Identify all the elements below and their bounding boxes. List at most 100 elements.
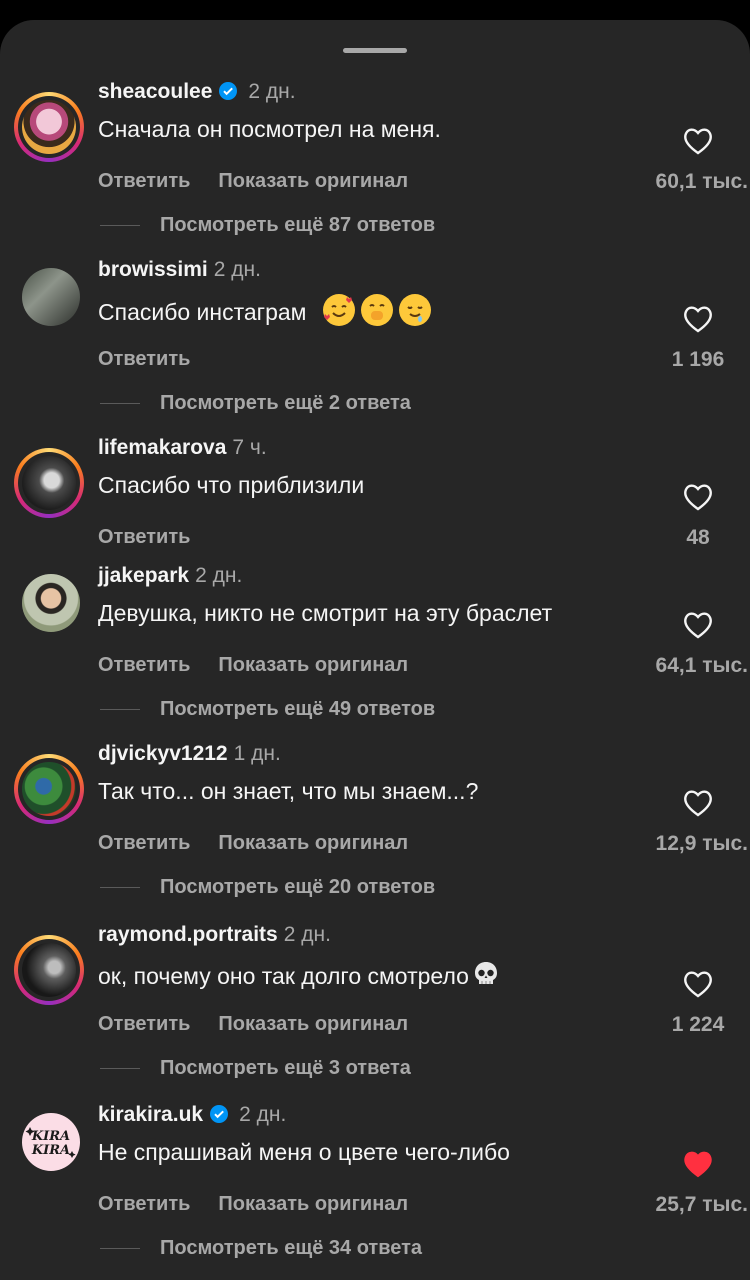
comment-text-content: Спасибо инстаграм: [98, 299, 307, 325]
like-count: 25,7 тыс.: [655, 1193, 748, 1216]
view-replies-button[interactable]: Посмотреть ещё 87 ответов: [100, 214, 435, 237]
username[interactable]: djvickyv1212: [98, 742, 228, 765]
comment-actions: Ответить: [98, 526, 218, 549]
timestamp: 2 дн.: [283, 923, 331, 946]
reply-button[interactable]: Ответить: [98, 348, 190, 370]
show-original-button[interactable]: Показать оригинал: [218, 1013, 408, 1035]
replies-divider: [100, 709, 140, 711]
comment-text: Спасибо что приблизили: [98, 472, 365, 498]
replies-divider: [100, 403, 140, 405]
kira-kira-logo: KIRA KIRA: [25, 1127, 76, 1158]
comment-meta: kirakira.uk 2 дн.: [98, 1103, 286, 1127]
timestamp: 1 дн.: [233, 742, 281, 765]
skull-emoji: [474, 962, 497, 984]
heart-icon[interactable]: [682, 610, 714, 640]
comment-actions: Ответить: [98, 348, 218, 371]
comment-meta: raymond.portraits 2 дн.: [98, 923, 331, 947]
replies-divider: [100, 887, 140, 889]
username[interactable]: raymond.portraits: [98, 923, 278, 946]
avatar[interactable]: KIRA KIRA: [22, 1113, 80, 1171]
drooling-face-emoji: [398, 294, 431, 326]
view-replies-label: Посмотреть ещё 49 ответов: [160, 698, 436, 720]
comment-text: Спасибо инстаграм: [98, 294, 431, 326]
replies-divider: [100, 225, 140, 227]
avatar: [22, 100, 76, 154]
view-replies-button[interactable]: Посмотреть ещё 20 ответов: [100, 876, 435, 899]
comment-text: Сначала он посмотрел на меня.: [98, 116, 441, 142]
comment-actions: Ответить Показать оригинал: [98, 1013, 436, 1036]
comment-actions: Ответить Показать оригинал: [98, 832, 436, 855]
comment-actions: Ответить Показать оригинал: [98, 654, 436, 677]
timestamp: 2 дн.: [213, 258, 261, 281]
view-replies-label: Посмотреть ещё 2 ответа: [160, 392, 411, 414]
heart-icon[interactable]: [682, 482, 714, 512]
verified-badge-icon: [219, 82, 238, 100]
comment-text-content: ок, почему оно так долго смотрело: [98, 963, 469, 989]
svg-text:KIRA: KIRA: [31, 1129, 70, 1144]
view-replies-label: Посмотреть ещё 34 ответа: [160, 1237, 423, 1259]
heart-filled-icon[interactable]: [682, 1149, 714, 1179]
comment-text: Девушка, никто не смотрит на эту браслет: [98, 600, 553, 626]
replies-divider: [100, 1068, 140, 1070]
view-replies-button[interactable]: Посмотреть ещё 49 ответов: [100, 698, 435, 721]
reply-button[interactable]: Ответить: [98, 832, 190, 854]
smiling-face-with-hearts-emoji: [322, 294, 355, 326]
view-replies-label: Посмотреть ещё 87 ответов: [160, 214, 436, 236]
username[interactable]: lifemakarova: [98, 436, 226, 459]
heart-icon[interactable]: [682, 969, 714, 999]
reply-button[interactable]: Ответить: [98, 1013, 190, 1035]
heart-icon[interactable]: [682, 304, 714, 334]
show-original-button[interactable]: Показать оригинал: [218, 170, 408, 192]
avatar-story-ring[interactable]: [14, 92, 84, 162]
comments-sheet: sheacoulee 2 дн. Сначала он посмотрел на …: [0, 20, 750, 1280]
timestamp: 2 дн.: [239, 1103, 287, 1126]
avatar: [22, 456, 76, 510]
timestamp: 2 дн.: [248, 80, 296, 103]
avatar[interactable]: [22, 268, 80, 326]
comment-text: Не спрашивай меня о цвете чего-либо: [98, 1139, 510, 1165]
comment-meta: djvickyv1212 1 дн.: [98, 742, 281, 766]
comment-actions: Ответить Показать оригинал: [98, 1193, 436, 1216]
heart-icon[interactable]: [682, 788, 714, 818]
avatar-story-ring[interactable]: [14, 448, 84, 518]
username[interactable]: browissimi: [98, 258, 208, 281]
username[interactable]: jjakepark: [98, 564, 189, 587]
svg-text:KIRA: KIRA: [31, 1143, 70, 1158]
like-count: 48: [686, 526, 710, 549]
view-replies-button[interactable]: Посмотреть ещё 3 ответа: [100, 1057, 411, 1080]
username[interactable]: sheacoulee: [98, 80, 212, 103]
heart-icon[interactable]: [682, 126, 714, 156]
like-count: 1 224: [671, 1013, 725, 1036]
comment-text: ок, почему оно так долго смотрело: [98, 959, 501, 990]
timestamp: 7 ч.: [232, 436, 267, 459]
comment-meta: sheacoulee 2 дн.: [98, 80, 296, 104]
view-replies-button[interactable]: Посмотреть ещё 34 ответа: [100, 1237, 422, 1260]
timestamp: 2 дн.: [195, 564, 243, 587]
avatar: [22, 762, 76, 816]
avatar[interactable]: [22, 574, 80, 632]
show-original-button[interactable]: Показать оригинал: [218, 832, 408, 854]
replies-divider: [100, 1248, 140, 1250]
reply-button[interactable]: Ответить: [98, 526, 190, 548]
view-replies-label: Посмотреть ещё 20 ответов: [160, 876, 436, 898]
username[interactable]: kirakira.uk: [98, 1103, 203, 1126]
drag-handle[interactable]: [343, 48, 407, 53]
view-replies-button[interactable]: Посмотреть ещё 2 ответа: [100, 392, 411, 415]
comment-meta: browissimi 2 дн.: [98, 258, 261, 282]
comment-text: Так что... он знает, что мы знаем...?: [98, 778, 479, 804]
like-count: 64,1 тыс.: [655, 654, 748, 677]
reply-button[interactable]: Ответить: [98, 1193, 190, 1215]
reply-button[interactable]: Ответить: [98, 170, 190, 192]
comment-meta: lifemakarova 7 ч.: [98, 436, 267, 460]
avatar: [22, 943, 76, 997]
comment-meta: jjakepark 2 дн.: [98, 564, 242, 588]
show-original-button[interactable]: Показать оригинал: [218, 654, 408, 676]
show-original-button[interactable]: Показать оригинал: [218, 1193, 408, 1215]
reply-button[interactable]: Ответить: [98, 654, 190, 676]
hand-over-mouth-emoji: [360, 294, 393, 326]
like-count: 1 196: [671, 348, 725, 371]
view-replies-label: Посмотреть ещё 3 ответа: [160, 1057, 411, 1079]
verified-badge-icon: [210, 1105, 229, 1123]
avatar-story-ring[interactable]: [14, 935, 84, 1005]
avatar-story-ring[interactable]: [14, 754, 84, 824]
